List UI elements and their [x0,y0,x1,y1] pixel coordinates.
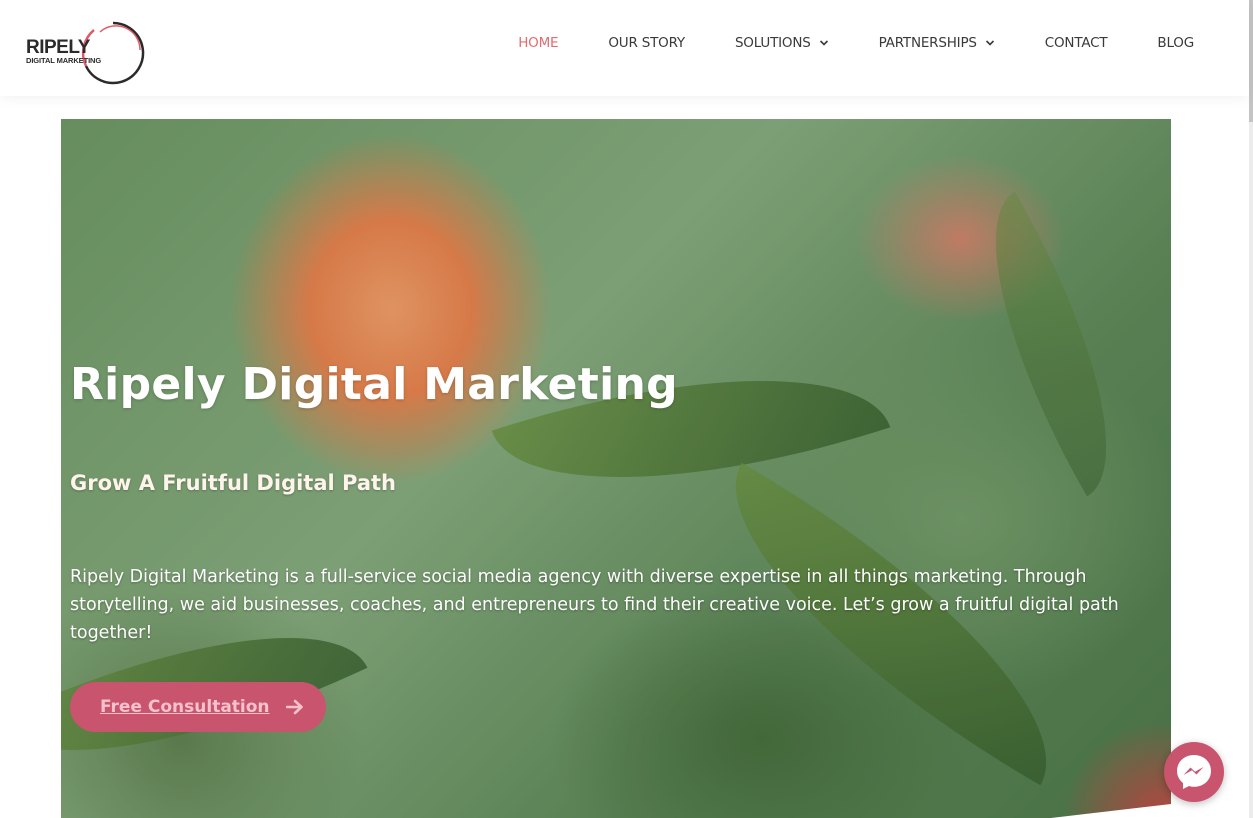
hero-subtitle: Grow A Fruitful Digital Path [70,471,397,495]
nav-item-blog[interactable]: BLOG [1157,35,1194,51]
nav-item-label: HOME [518,35,559,51]
cta-label: Free Consultation [100,697,270,717]
nav-item-label: PARTNERSHIPS [878,35,977,51]
nav-item-contact[interactable]: CONTACT [1045,35,1108,51]
scrollbar-thumb[interactable] [1249,0,1253,122]
hero-section: Ripely Digital Marketing Grow A Fruitful… [61,119,1171,818]
nav-item-label: CONTACT [1044,35,1108,51]
hero-corner-cut [1051,804,1171,818]
nav-item-label: BLOG [1157,35,1194,51]
logo-tagline: DIGITAL MARKETING [26,56,102,65]
logo[interactable]: RIPELY DIGITAL MARKETING [24,18,148,88]
nav-item-partnerships[interactable]: PARTNERSHIPS [879,35,995,51]
chevron-down-icon [985,40,994,46]
free-consultation-button[interactable]: Free Consultation [70,682,326,732]
messenger-chat-button[interactable] [1164,742,1224,802]
nav-item-home[interactable]: HOME [518,35,558,51]
site-header: RIPELY DIGITAL MARKETING HOME OUR STORY … [0,0,1249,96]
nav-item-label: OUR STORY [608,35,685,51]
hero-description: Ripely Digital Marketing is a full-servi… [70,567,1119,643]
hero-title: Ripely Digital Marketing [70,359,678,410]
nav-item-label: SOLUTIONS [734,35,811,51]
chevron-down-icon [819,40,828,46]
arrow-right-icon [285,699,303,715]
main-nav: HOME OUR STORY SOLUTIONS PARTNERSHIPS CO… [468,0,1194,86]
nav-item-solutions[interactable]: SOLUTIONS [735,35,829,51]
page-scrollbar[interactable] [1249,0,1253,818]
messenger-icon [1177,755,1211,789]
nav-item-our-story[interactable]: OUR STORY [608,35,685,51]
